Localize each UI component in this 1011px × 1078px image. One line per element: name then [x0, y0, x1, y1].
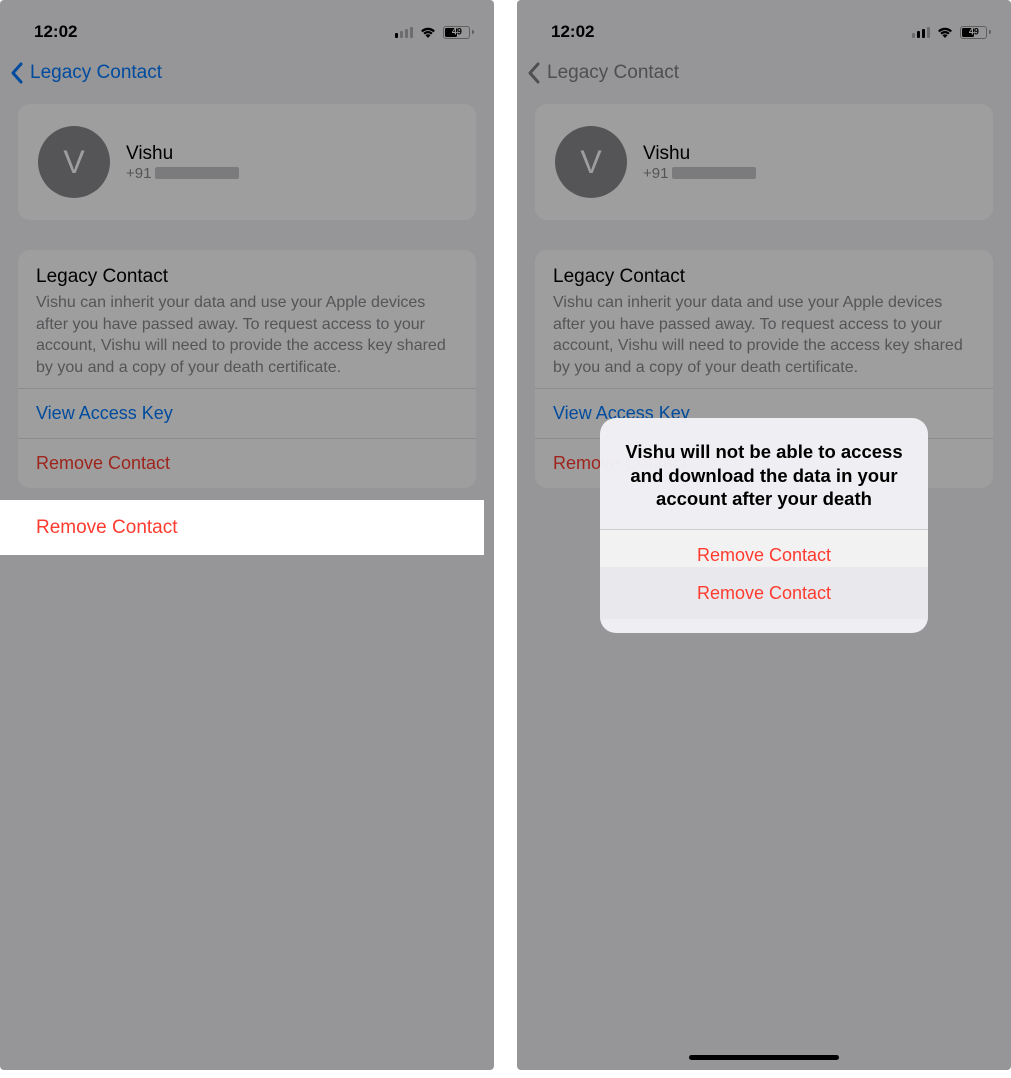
status-time: 12:02	[34, 22, 77, 42]
chevron-left-icon	[527, 62, 541, 84]
nav-back-label: Legacy Contact	[30, 62, 162, 84]
phone-redacted	[672, 167, 756, 179]
avatar: V	[38, 126, 110, 198]
home-indicator[interactable]	[689, 1055, 839, 1060]
cellular-signal-icon	[912, 27, 931, 38]
section-description: Vishu can inherit your data and use your…	[553, 292, 975, 378]
phone-redacted	[155, 167, 239, 179]
remove-contact-button[interactable]: Remove Contact	[18, 438, 476, 488]
contact-name: Vishu	[643, 143, 756, 165]
section-title: Legacy Contact	[36, 266, 458, 288]
contact-card: V Vishu +91	[535, 104, 993, 220]
section-title: Legacy Contact	[553, 266, 975, 288]
status-bar: 12:02 49	[517, 0, 1011, 50]
contact-phone: +91	[643, 165, 756, 182]
nav-back-button[interactable]: Legacy Contact	[517, 50, 1011, 104]
status-icons: 49	[395, 26, 474, 39]
view-access-key-button[interactable]: View Access Key	[18, 388, 476, 438]
section-description: Vishu can inherit your data and use your…	[36, 292, 458, 378]
status-bar: 12:02 49	[0, 0, 494, 50]
battery-icon: 49	[960, 26, 991, 39]
phone-screen-left: 12:02 49 Legacy Contact V Vishu +91	[0, 0, 494, 1070]
contact-card: V Vishu +91	[18, 104, 476, 220]
legacy-contact-section: Legacy Contact Vishu can inherit your da…	[18, 250, 476, 488]
battery-icon: 49	[443, 26, 474, 39]
nav-back-button[interactable]: Legacy Contact	[0, 50, 494, 104]
contact-name: Vishu	[126, 143, 239, 165]
chevron-left-icon	[10, 62, 24, 84]
wifi-icon	[419, 26, 437, 39]
status-icons: 49	[912, 26, 991, 39]
cellular-signal-icon	[395, 27, 414, 38]
nav-back-label: Legacy Contact	[547, 62, 679, 84]
alert-title: Vishu will not be able to access and dow…	[600, 418, 928, 529]
remove-contact-button-highlighted[interactable]: Remove Contact	[0, 500, 484, 555]
avatar: V	[555, 126, 627, 198]
phone-screen-right: 12:02 49 Legacy Contact V Vishu +91	[517, 0, 1011, 1070]
alert-remove-button-highlighted[interactable]: Remove Contact	[600, 567, 928, 619]
status-time: 12:02	[551, 22, 594, 42]
contact-phone: +91	[126, 165, 239, 182]
wifi-icon	[936, 26, 954, 39]
